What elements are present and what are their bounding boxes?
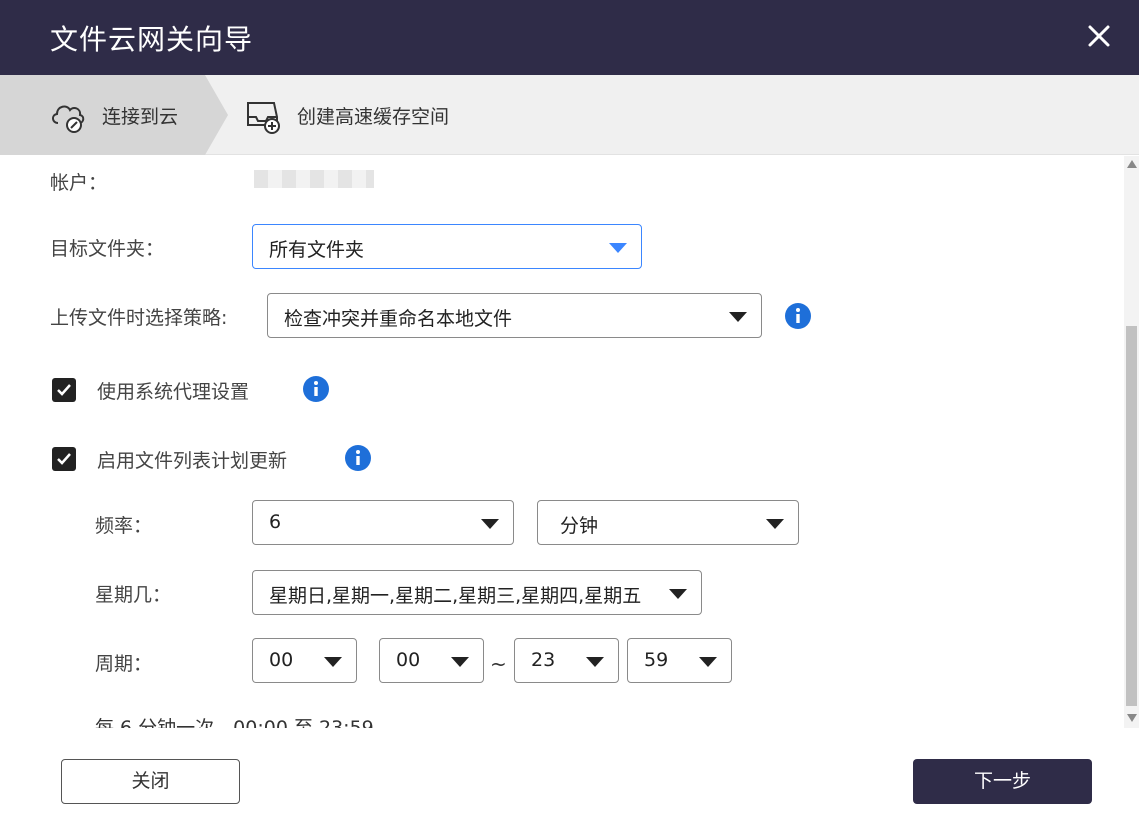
step-label: 连接到云	[102, 105, 179, 128]
use-proxy-label: 使用系统代理设置	[97, 381, 250, 403]
period-label: 周期：	[95, 653, 153, 675]
weekday-select[interactable]: 星期日,星期一,星期二,星期三,星期四,星期五	[252, 570, 702, 615]
account-label: 帐户：	[50, 172, 108, 194]
chevron-down-icon	[609, 243, 627, 253]
end-minute-select[interactable]: 59	[627, 638, 732, 683]
close-button[interactable]: 关闭	[61, 759, 240, 804]
schedule-update-checkbox[interactable]	[52, 447, 76, 471]
weekday-label: 星期几：	[95, 584, 172, 606]
cloud-link-icon	[48, 95, 88, 135]
weekday-value: 星期日,星期一,星期二,星期三,星期四,星期五	[269, 585, 642, 607]
frequency-label: 频率：	[95, 515, 153, 537]
start-minute-value: 00	[396, 649, 421, 671]
schedule-update-label: 启用文件列表计划更新	[97, 450, 288, 472]
chevron-down-icon	[669, 589, 687, 599]
chevron-down-icon	[699, 657, 717, 667]
upload-policy-select[interactable]: 检查冲突并重命名本地文件	[267, 293, 762, 338]
end-hour-select[interactable]: 23	[514, 638, 619, 683]
chevron-down-icon	[729, 312, 747, 322]
info-icon[interactable]	[302, 375, 330, 403]
target-folder-label: 目标文件夹：	[50, 238, 165, 260]
use-proxy-checkbox[interactable]	[52, 378, 76, 402]
range-separator: ~	[490, 652, 507, 676]
step-create-cache[interactable]: 创建高速缓存空间	[243, 75, 449, 155]
step-label: 创建高速缓存空间	[297, 105, 450, 128]
chevron-down-icon	[586, 657, 604, 667]
chevron-down-icon	[481, 519, 499, 529]
frequency-value-select[interactable]: 6	[252, 500, 514, 545]
form-content: 帐户： 目标文件夹： 所有文件夹 上传文件时选择策略: 检查冲突并重命名本地文件…	[0, 156, 1124, 728]
scroll-down-arrow-icon[interactable]	[1127, 714, 1137, 722]
chevron-down-icon	[766, 519, 784, 529]
frequency-unit: 分钟	[560, 515, 599, 537]
content-scrollbar[interactable]	[1124, 156, 1139, 728]
info-icon[interactable]	[784, 302, 812, 330]
close-icon[interactable]	[1085, 22, 1113, 50]
target-folder-value: 所有文件夹	[269, 239, 365, 261]
upload-policy-label: 上传文件时选择策略:	[50, 307, 228, 329]
start-hour-value: 00	[269, 649, 294, 671]
target-folder-select[interactable]: 所有文件夹	[252, 224, 642, 269]
frequency-unit-select[interactable]: 分钟	[537, 500, 799, 545]
scrollbar-thumb[interactable]	[1126, 326, 1137, 706]
dialog-title: 文件云网关向导	[50, 23, 254, 56]
step-connect-cloud[interactable]: 连接到云	[48, 75, 178, 155]
storage-add-icon	[243, 95, 283, 135]
end-minute-value: 59	[644, 649, 669, 671]
scroll-up-arrow-icon[interactable]	[1127, 160, 1137, 168]
dialog-header: 文件云网关向导	[0, 0, 1139, 75]
account-value-masked	[254, 170, 374, 188]
info-icon[interactable]	[344, 444, 372, 472]
next-button[interactable]: 下一步	[913, 759, 1092, 804]
upload-policy-value: 检查冲突并重命名本地文件	[284, 308, 513, 330]
chevron-down-icon	[451, 657, 469, 667]
wizard-steps: 连接到云 创建高速缓存空间	[0, 75, 1139, 155]
schedule-summary: 每 6 分钟一次，00:00 至 23:59。	[95, 717, 393, 728]
start-minute-select[interactable]: 00	[379, 638, 484, 683]
frequency-value: 6	[269, 511, 282, 533]
chevron-down-icon	[324, 657, 342, 667]
start-hour-select[interactable]: 00	[252, 638, 357, 683]
end-hour-value: 23	[531, 649, 556, 671]
